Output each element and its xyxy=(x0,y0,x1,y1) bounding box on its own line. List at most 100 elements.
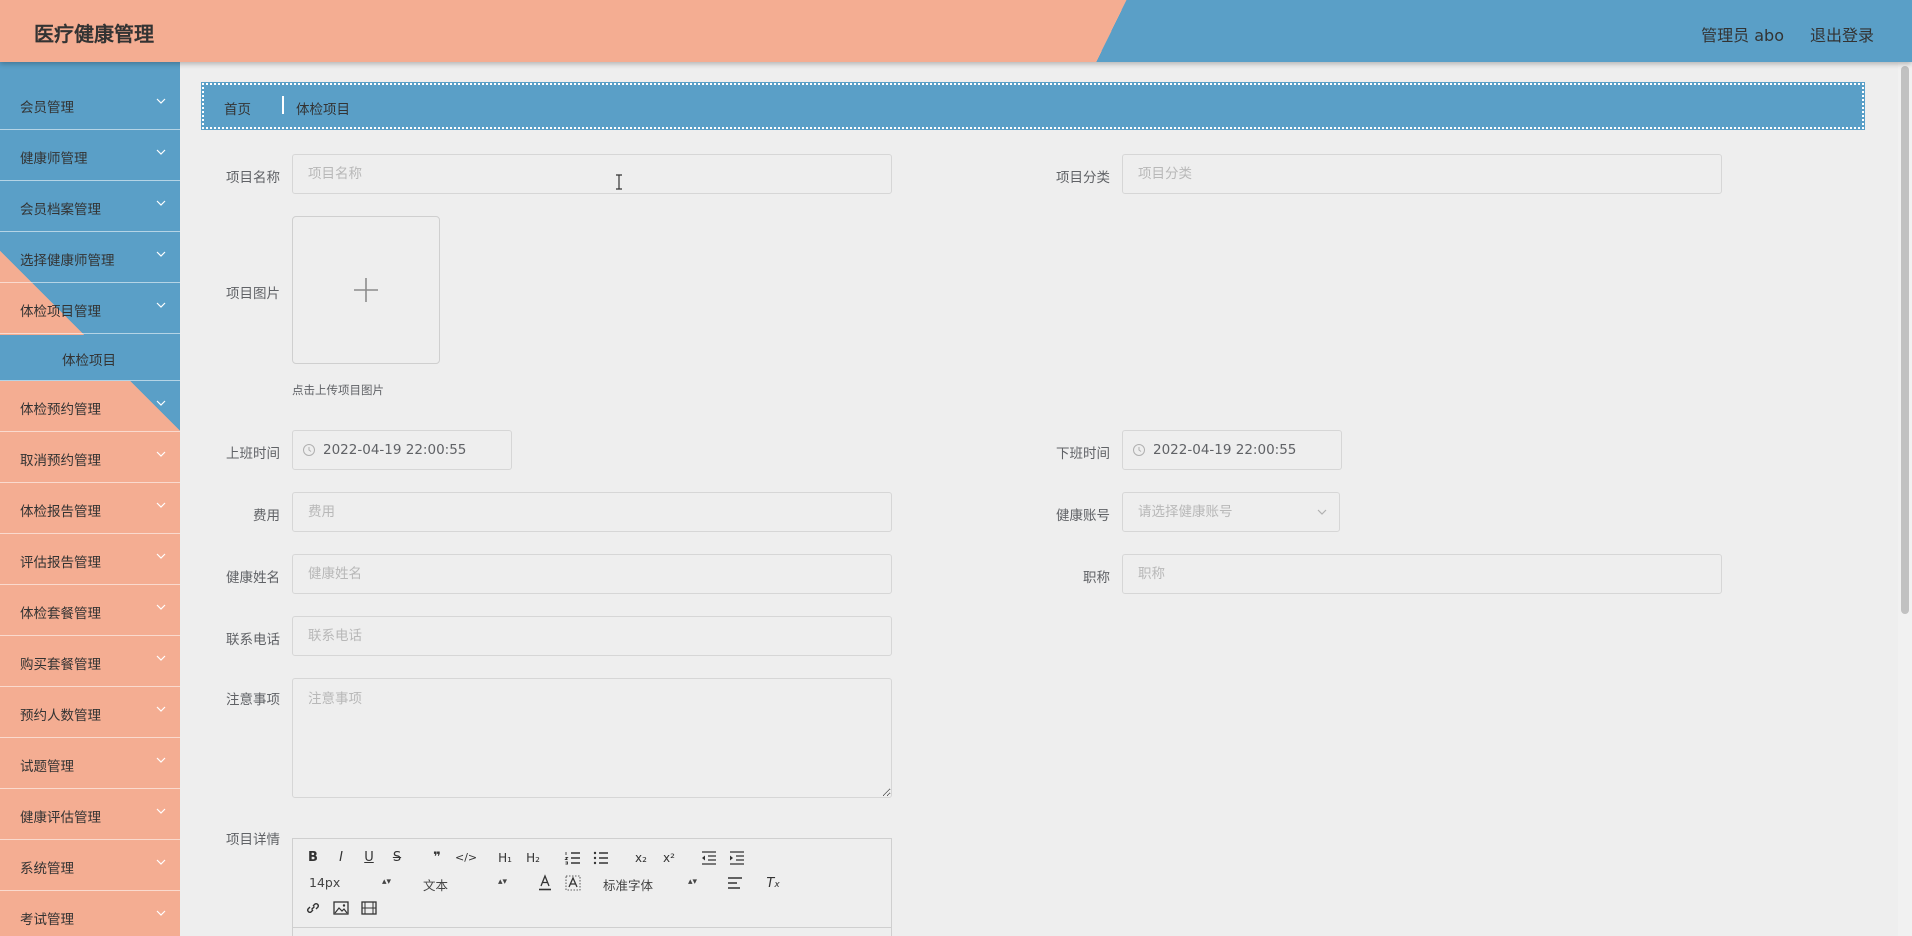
sidebar-item-label: 评估报告管理 xyxy=(20,555,101,571)
sidebar-item-buy-package[interactable]: 购买套餐管理 xyxy=(0,637,180,687)
bullet-list-icon[interactable] xyxy=(591,849,611,867)
sidebar-item-label: 健康评估管理 xyxy=(20,810,101,826)
sidebar-item-label: 健康师管理 xyxy=(20,151,88,167)
image-icon[interactable] xyxy=(331,899,351,917)
health-name-label: 健康姓名 xyxy=(226,570,280,586)
item-name-input[interactable] xyxy=(292,154,892,194)
italic-icon[interactable]: I xyxy=(331,849,351,867)
video-icon[interactable] xyxy=(359,899,379,917)
sidebar-item-label: 系统管理 xyxy=(20,861,74,877)
ordered-list-icon[interactable] xyxy=(563,849,583,867)
chevron-down-icon xyxy=(156,808,166,814)
font-family-select[interactable]: 标准字体 ▴▾ xyxy=(603,875,697,894)
sidebar-item-label: 体检套餐管理 xyxy=(20,606,101,622)
editor-content-area[interactable] xyxy=(293,927,891,936)
text-cursor-icon xyxy=(616,174,622,190)
job-title-input[interactable] xyxy=(1122,554,1722,594)
chevron-down-icon xyxy=(156,451,166,457)
sidebar-item-label: 会员管理 xyxy=(20,100,74,116)
health-name-input[interactable] xyxy=(292,554,892,594)
health-account-select[interactable] xyxy=(1122,492,1340,532)
heading2-icon[interactable]: H₂ xyxy=(523,849,543,867)
chevron-down-icon xyxy=(156,604,166,610)
plus-icon xyxy=(354,278,378,302)
clear-format-icon[interactable]: Tx xyxy=(763,875,783,893)
outdent-icon[interactable] xyxy=(699,849,719,867)
sidebar-item-label: 购买套餐管理 xyxy=(20,657,101,673)
sidebar-item-member[interactable]: 会员管理 xyxy=(0,80,180,130)
item-category-label: 项目分类 xyxy=(1056,170,1110,186)
sidebar-item-exam-item-mgmt[interactable]: 体检项目管理 xyxy=(0,284,180,334)
sidebar-item-health-coach[interactable]: 健康师管理 xyxy=(0,131,180,181)
bold-icon[interactable]: B xyxy=(303,849,323,867)
sidebar-item-exam[interactable]: 考试管理 xyxy=(0,892,180,936)
breadcrumb: 首页 体检项目 xyxy=(201,82,1865,130)
sidebar-item-select-coach[interactable]: 选择健康师管理 xyxy=(0,233,180,283)
underline-icon[interactable]: U xyxy=(359,849,379,867)
start-time-label: 上班时间 xyxy=(226,446,280,462)
sidebar-item-booking-count[interactable]: 预约人数管理 xyxy=(0,688,180,738)
sidebar-item-system[interactable]: 系统管理 xyxy=(0,841,180,891)
details-label: 项目详情 xyxy=(226,832,280,848)
chevron-down-icon xyxy=(156,655,166,661)
strike-icon[interactable]: S xyxy=(387,849,407,867)
heading1-icon[interactable]: H₁ xyxy=(495,849,515,867)
sidebar-item-exam-report[interactable]: 体检报告管理 xyxy=(0,484,180,534)
sidebar-subitem-exam-item[interactable]: 体检项目 xyxy=(0,335,180,381)
subscript-icon[interactable]: x₂ xyxy=(631,849,651,867)
sidebar-item-label: 取消预约管理 xyxy=(20,453,101,469)
clock-icon xyxy=(1133,444,1145,456)
upload-tip: 点击上传项目图片 xyxy=(292,383,384,397)
font-size-select[interactable]: 14px ▴▾ xyxy=(309,875,391,890)
item-name-label: 项目名称 xyxy=(226,170,280,186)
fee-input[interactable] xyxy=(292,492,892,532)
indent-icon[interactable] xyxy=(727,849,747,867)
sidebar-item-questions[interactable]: 试题管理 xyxy=(0,739,180,789)
updown-icon: ▴▾ xyxy=(497,877,507,887)
page-scrollbar[interactable] xyxy=(1898,62,1912,936)
updown-icon: ▴▾ xyxy=(687,877,697,887)
sidebar-item-exam-booking[interactable]: 体检预约管理 xyxy=(0,382,180,432)
chevron-down-icon xyxy=(156,149,166,155)
notes-textarea[interactable] xyxy=(292,678,892,798)
align-icon[interactable] xyxy=(725,874,745,892)
phone-label: 联系电话 xyxy=(226,632,280,648)
sidebar-item-label: 预约人数管理 xyxy=(20,708,101,724)
start-time-picker[interactable] xyxy=(292,430,512,470)
rich-text-editor: B I U S ❞ </> H₁ H₂ x₂ x² 14px ▴▾ 文本 ▴▾ … xyxy=(292,838,892,936)
breadcrumb-home[interactable]: 首页 xyxy=(224,98,251,118)
sidebar-item-label: 体检预约管理 xyxy=(20,402,101,418)
sidebar: 会员管理 健康师管理 会员档案管理 选择健康师管理 体检项目管理 体检项目 体检… xyxy=(0,62,180,936)
sidebar-item-label: 试题管理 xyxy=(20,759,74,775)
superscript-icon[interactable]: x² xyxy=(659,849,679,867)
end-time-picker[interactable] xyxy=(1122,430,1342,470)
link-icon[interactable] xyxy=(303,899,323,917)
image-upload-box[interactable] xyxy=(292,216,440,364)
chevron-down-icon xyxy=(156,200,166,206)
chevron-down-icon xyxy=(1317,509,1327,515)
breadcrumb-current: 体检项目 xyxy=(296,102,350,118)
code-icon[interactable]: </> xyxy=(455,849,477,867)
font-color-icon[interactable] xyxy=(535,874,555,892)
sidebar-item-cancel-booking[interactable]: 取消预约管理 xyxy=(0,433,180,483)
chevron-down-icon xyxy=(156,910,166,916)
logout-link[interactable]: 退出登录 xyxy=(1810,22,1874,46)
sidebar-item-label: 会员档案管理 xyxy=(20,202,101,218)
sidebar-item-exam-package[interactable]: 体检套餐管理 xyxy=(0,586,180,636)
scrollbar-thumb[interactable] xyxy=(1901,66,1909,614)
sidebar-item-label: 体检项目 xyxy=(62,353,116,369)
admin-user-label: 管理员 abo xyxy=(1701,26,1784,45)
sidebar-item-assessment-report[interactable]: 评估报告管理 xyxy=(0,535,180,585)
blockquote-icon[interactable]: ❞ xyxy=(427,849,447,867)
chevron-down-icon xyxy=(156,859,166,865)
sidebar-item-member-archive[interactable]: 会员档案管理 xyxy=(0,182,180,232)
chevron-down-icon xyxy=(156,302,166,308)
background-color-icon[interactable] xyxy=(563,874,583,892)
item-category-input[interactable] xyxy=(1122,154,1722,194)
chevron-down-icon xyxy=(156,400,166,406)
phone-input[interactable] xyxy=(292,616,892,656)
header-select[interactable]: 文本 ▴▾ xyxy=(423,875,507,894)
header-select-value: 文本 xyxy=(423,878,449,893)
health-account-label: 健康账号 xyxy=(1056,508,1110,524)
sidebar-item-health-assessment[interactable]: 健康评估管理 xyxy=(0,790,180,840)
